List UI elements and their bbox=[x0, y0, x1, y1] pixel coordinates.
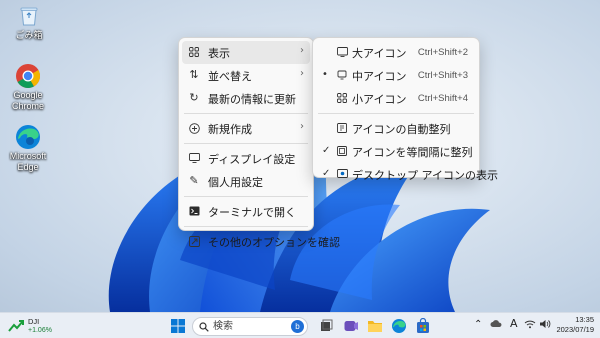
file-explorer-icon[interactable] bbox=[367, 318, 383, 334]
menu-separator bbox=[318, 113, 474, 114]
medium-icon-icon bbox=[336, 69, 348, 81]
chrome-icon bbox=[14, 62, 42, 90]
menu-separator bbox=[184, 226, 308, 227]
selected-dot-icon: • bbox=[322, 69, 328, 80]
menu-item-open-terminal[interactable]: ターミナルで開く bbox=[182, 200, 310, 223]
menu-separator bbox=[184, 143, 308, 144]
ime-indicator[interactable]: A bbox=[510, 317, 518, 330]
onedrive-cloud-icon[interactable] bbox=[490, 319, 502, 331]
large-icon-icon bbox=[336, 46, 348, 58]
menu-item-label: ディスプレイ設定 bbox=[208, 152, 296, 166]
shortcut-text: Ctrl+Shift+2 bbox=[417, 47, 468, 58]
submenu-item-large-icons[interactable]: 大アイコン Ctrl+Shift+2 bbox=[316, 41, 476, 64]
small-icon-icon bbox=[336, 92, 348, 104]
submenu-item-auto-arrange[interactable]: アイコンの自動整列 bbox=[316, 117, 476, 140]
menu-item-label: 表示 bbox=[208, 46, 230, 60]
edge-icon bbox=[14, 123, 42, 151]
desktop-icon-recycle-bin[interactable]: ごみ箱 bbox=[6, 2, 52, 41]
submenu-item-label: 大アイコン bbox=[352, 46, 407, 60]
menu-item-label: その他のオプションを確認 bbox=[208, 235, 340, 249]
desktop-icon-label: Microsoft Edge bbox=[9, 151, 47, 172]
terminal-icon bbox=[188, 205, 200, 217]
shortcut-text: Ctrl+Shift+4 bbox=[417, 93, 468, 104]
refresh-icon: ↻ bbox=[189, 91, 199, 104]
desktop-icon-label: ごみ箱 bbox=[15, 30, 43, 40]
shortcut-text: Ctrl+Shift+3 bbox=[417, 70, 468, 81]
stock-up-icon bbox=[8, 320, 24, 332]
start-button[interactable] bbox=[170, 318, 186, 334]
chevron-right-icon: › bbox=[300, 45, 304, 56]
menu-item-display-settings[interactable]: ディスプレイ設定 bbox=[182, 147, 310, 170]
desktop[interactable]: ごみ箱 Google Chrome Microsoft Edge 表示 › ⇅ … bbox=[0, 0, 600, 312]
submenu-item-medium-icons[interactable]: • 中アイコン Ctrl+Shift+3 bbox=[316, 64, 476, 87]
submenu-item-label: アイコンを等間隔に整列 bbox=[352, 145, 473, 159]
menu-item-label: 最新の情報に更新 bbox=[208, 92, 296, 106]
menu-item-more-options[interactable]: その他のオプションを確認 bbox=[182, 230, 340, 253]
show-hidden-icons-chevron-icon[interactable]: ⌃ bbox=[474, 319, 482, 330]
widget-title: DJI bbox=[28, 317, 40, 326]
menu-item-label: 新規作成 bbox=[208, 122, 252, 136]
menu-item-new[interactable]: 新規作成 › bbox=[182, 117, 310, 140]
view-submenu: 大アイコン Ctrl+Shift+2 • 中アイコン Ctrl+Shift+3 … bbox=[312, 37, 498, 182]
checkmark-icon: ✓ bbox=[322, 145, 331, 156]
menu-item-label: 個人用設定 bbox=[208, 175, 263, 189]
volume-icon[interactable] bbox=[539, 319, 551, 332]
edge-taskbar-icon[interactable] bbox=[391, 318, 407, 334]
menu-item-label: ターミナルで開く bbox=[208, 205, 296, 219]
sort-icon: ⇅ bbox=[189, 68, 199, 81]
chevron-right-icon: › bbox=[300, 68, 304, 79]
wifi-icon[interactable] bbox=[524, 319, 536, 332]
submenu-item-label: 小アイコン bbox=[352, 92, 407, 106]
taskbar-search-box[interactable]: 検索 b bbox=[192, 317, 308, 336]
submenu-item-show-desktop-icons[interactable]: ✓ デスクトップ アイコンの表示 bbox=[316, 163, 498, 186]
desktop-icon-edge[interactable]: Microsoft Edge bbox=[5, 123, 51, 173]
desktop-icon-chrome[interactable]: Google Chrome bbox=[5, 62, 51, 112]
submenu-item-label: デスクトップ アイコンの表示 bbox=[352, 168, 498, 182]
menu-item-view[interactable]: 表示 › bbox=[182, 41, 310, 64]
menu-item-refresh[interactable]: ↻ 最新の情報に更新 bbox=[182, 87, 310, 110]
bing-icon: b bbox=[291, 320, 304, 333]
auto-arrange-icon bbox=[336, 122, 348, 134]
menu-separator bbox=[184, 113, 308, 114]
search-placeholder: 検索 bbox=[213, 321, 233, 332]
system-clock[interactable]: 13:35 2023/07/19 bbox=[556, 315, 594, 335]
menu-item-label: 並べ替え bbox=[208, 69, 252, 83]
align-grid-icon bbox=[336, 145, 348, 157]
menu-item-sort[interactable]: ⇅ 並べ替え › bbox=[182, 64, 310, 87]
search-icon bbox=[199, 322, 209, 332]
weather-widget[interactable]: DJI +1.06% bbox=[6, 316, 54, 336]
view-grid-icon bbox=[188, 46, 200, 58]
submenu-item-label: 中アイコン bbox=[352, 69, 407, 83]
submenu-item-align-to-grid[interactable]: ✓ アイコンを等間隔に整列 bbox=[316, 140, 476, 163]
windows-logo-icon bbox=[171, 319, 185, 333]
display-icon bbox=[188, 152, 200, 164]
widget-value: +1.06% bbox=[28, 327, 52, 334]
checkmark-icon: ✓ bbox=[322, 168, 331, 179]
microsoft-store-icon[interactable] bbox=[415, 317, 431, 334]
taskbar: DJI +1.06% 検索 b ⌃ A 13:35 2023/07/19 bbox=[0, 312, 600, 338]
menu-item-personalize[interactable]: ✎ 個人用設定 bbox=[182, 170, 310, 193]
more-options-icon bbox=[188, 235, 200, 247]
menu-separator bbox=[184, 196, 308, 197]
pen-icon: ✎ bbox=[189, 174, 199, 187]
show-desktop-icons-icon bbox=[336, 168, 348, 180]
teams-chat-icon[interactable] bbox=[343, 318, 359, 334]
chevron-right-icon: › bbox=[300, 121, 304, 132]
desktop-icon-label: Google Chrome bbox=[11, 90, 44, 111]
clock-date: 2023/07/19 bbox=[556, 325, 594, 334]
submenu-item-label: アイコンの自動整列 bbox=[352, 122, 451, 136]
task-view-icon[interactable] bbox=[318, 318, 334, 334]
recycle-bin-icon bbox=[15, 2, 43, 30]
clock-time: 13:35 bbox=[575, 315, 594, 324]
new-plus-icon bbox=[188, 122, 200, 134]
desktop-context-menu: 表示 › ⇅ 並べ替え › ↻ 最新の情報に更新 新規作成 › ディスプレイ設定 bbox=[178, 37, 340, 249]
submenu-item-small-icons[interactable]: 小アイコン Ctrl+Shift+4 bbox=[316, 87, 476, 110]
